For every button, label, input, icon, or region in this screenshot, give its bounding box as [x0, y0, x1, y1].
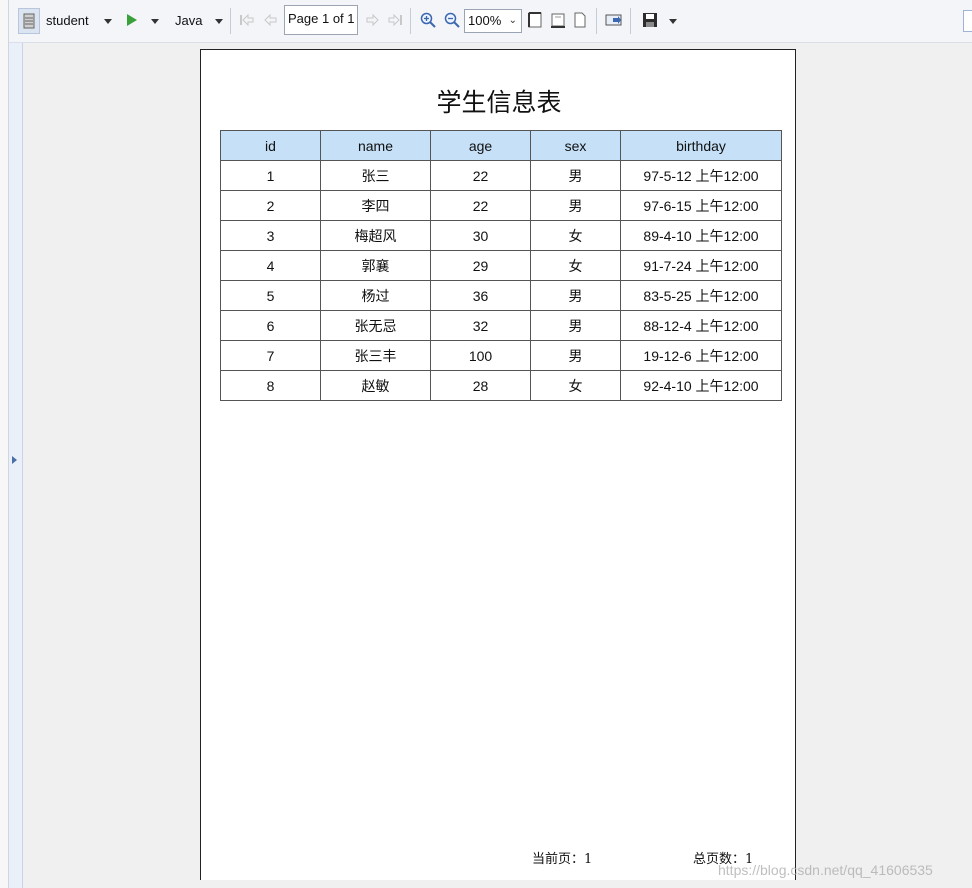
- cell-name: 张三: [320, 160, 431, 191]
- toolbar: student Java Page 1 of 1 100% ⌄: [9, 0, 972, 43]
- run-dropdown-icon[interactable]: [151, 19, 159, 24]
- expand-panel-icon[interactable]: [12, 456, 17, 464]
- table-row: 2 李四 22 男 97-6-15 上午12:00: [220, 190, 782, 221]
- cell-sex: 男: [530, 280, 621, 311]
- zoom-dropdown-icon[interactable]: ⌄: [509, 15, 517, 26]
- table-header-row: id name age sex birthday: [220, 130, 782, 161]
- cell-id: 5: [220, 280, 321, 311]
- column-header: name: [320, 130, 431, 161]
- column-header: age: [430, 130, 531, 161]
- dataset-dropdown-icon[interactable]: [104, 19, 112, 24]
- cell-birthday: 19-12-6 上午12:00: [620, 340, 782, 371]
- current-page-label: 当前页：1: [532, 852, 593, 867]
- table-row: 6 张无忌 32 男 88-12-4 上午12:00: [220, 310, 782, 341]
- export-icon[interactable]: [604, 11, 624, 29]
- cell-id: 4: [220, 250, 321, 281]
- column-header: birthday: [620, 130, 782, 161]
- cell-sex: 女: [530, 220, 621, 251]
- toolbar-separator: [230, 8, 231, 34]
- cell-birthday: 97-6-15 上午12:00: [620, 190, 782, 221]
- zoom-value: 100%: [468, 13, 502, 28]
- cell-birthday: 88-12-4 上午12:00: [620, 310, 782, 341]
- table-row: 8 赵敏 28 女 92-4-10 上午12:00: [220, 370, 782, 401]
- cell-birthday: 89-4-10 上午12:00: [620, 220, 782, 251]
- cell-name: 张三丰: [320, 340, 431, 371]
- left-panel-collapsed[interactable]: [9, 42, 23, 888]
- report-page: 学生信息表 id name age sex birthday 1 张三 22 男…: [200, 49, 796, 880]
- language-selector[interactable]: Java: [175, 13, 202, 28]
- cell-id: 6: [220, 310, 321, 341]
- cell-id: 8: [220, 370, 321, 401]
- cell-age: 22: [430, 160, 531, 191]
- cell-name: 赵敏: [320, 370, 431, 401]
- right-panel-tab[interactable]: [963, 10, 972, 32]
- cell-age: 32: [430, 310, 531, 341]
- cell-age: 36: [430, 280, 531, 311]
- cell-sex: 男: [530, 310, 621, 341]
- fit-page-icon[interactable]: [573, 11, 587, 29]
- fit-width-icon[interactable]: [550, 11, 566, 29]
- report-title: 学生信息表: [436, 88, 562, 117]
- cell-age: 28: [430, 370, 531, 401]
- next-page-icon[interactable]: [364, 12, 380, 28]
- save-dropdown-icon[interactable]: [669, 19, 677, 24]
- column-header: id: [220, 130, 321, 161]
- cell-id: 7: [220, 340, 321, 371]
- cell-name: 李四: [320, 190, 431, 221]
- cell-sex: 男: [530, 340, 621, 371]
- cell-sex: 男: [530, 160, 621, 191]
- save-icon[interactable]: [641, 11, 659, 29]
- cell-id: 3: [220, 220, 321, 251]
- page-indicator[interactable]: Page 1 of 1: [284, 5, 358, 35]
- dataset-icon[interactable]: [18, 8, 40, 34]
- cell-birthday: 83-5-25 上午12:00: [620, 280, 782, 311]
- run-icon[interactable]: [125, 12, 139, 28]
- previous-page-icon[interactable]: [263, 12, 279, 28]
- cell-age: 100: [430, 340, 531, 371]
- toolbar-separator: [410, 8, 411, 34]
- table-row: 3 梅超风 30 女 89-4-10 上午12:00: [220, 220, 782, 251]
- last-page-icon[interactable]: [387, 12, 403, 28]
- toolbar-separator: [630, 8, 631, 34]
- language-dropdown-icon[interactable]: [215, 19, 223, 24]
- table-row: 4 郭襄 29 女 91-7-24 上午12:00: [220, 250, 782, 281]
- cell-sex: 女: [530, 370, 621, 401]
- zoom-out-icon[interactable]: [443, 11, 461, 29]
- cell-birthday: 91-7-24 上午12:00: [620, 250, 782, 281]
- actual-size-icon[interactable]: [527, 11, 543, 29]
- column-header: sex: [530, 130, 621, 161]
- cell-sex: 男: [530, 190, 621, 221]
- cell-age: 22: [430, 190, 531, 221]
- cell-name: 郭襄: [320, 250, 431, 281]
- cell-age: 29: [430, 250, 531, 281]
- toolbar-separator: [596, 8, 597, 34]
- table-row: 7 张三丰 100 男 19-12-6 上午12:00: [220, 340, 782, 371]
- cell-name: 张无忌: [320, 310, 431, 341]
- cell-birthday: 92-4-10 上午12:00: [620, 370, 782, 401]
- watermark: https://blog.csdn.net/qq_41606535: [718, 862, 933, 878]
- zoom-select[interactable]: 100% ⌄: [464, 9, 522, 33]
- table-row: 1 张三 22 男 97-5-12 上午12:00: [220, 160, 782, 191]
- first-page-icon[interactable]: [239, 12, 255, 28]
- student-table: id name age sex birthday 1 张三 22 男 97-5-…: [220, 130, 782, 401]
- zoom-in-icon[interactable]: [419, 11, 437, 29]
- cell-name: 梅超风: [320, 220, 431, 251]
- cell-age: 30: [430, 220, 531, 251]
- cell-name: 杨过: [320, 280, 431, 311]
- cell-id: 1: [220, 160, 321, 191]
- cell-sex: 女: [530, 250, 621, 281]
- cell-birthday: 97-5-12 上午12:00: [620, 160, 782, 191]
- cell-id: 2: [220, 190, 321, 221]
- left-rail: [0, 0, 9, 888]
- table-row: 5 杨过 36 男 83-5-25 上午12:00: [220, 280, 782, 311]
- dataset-selector[interactable]: student: [46, 13, 89, 28]
